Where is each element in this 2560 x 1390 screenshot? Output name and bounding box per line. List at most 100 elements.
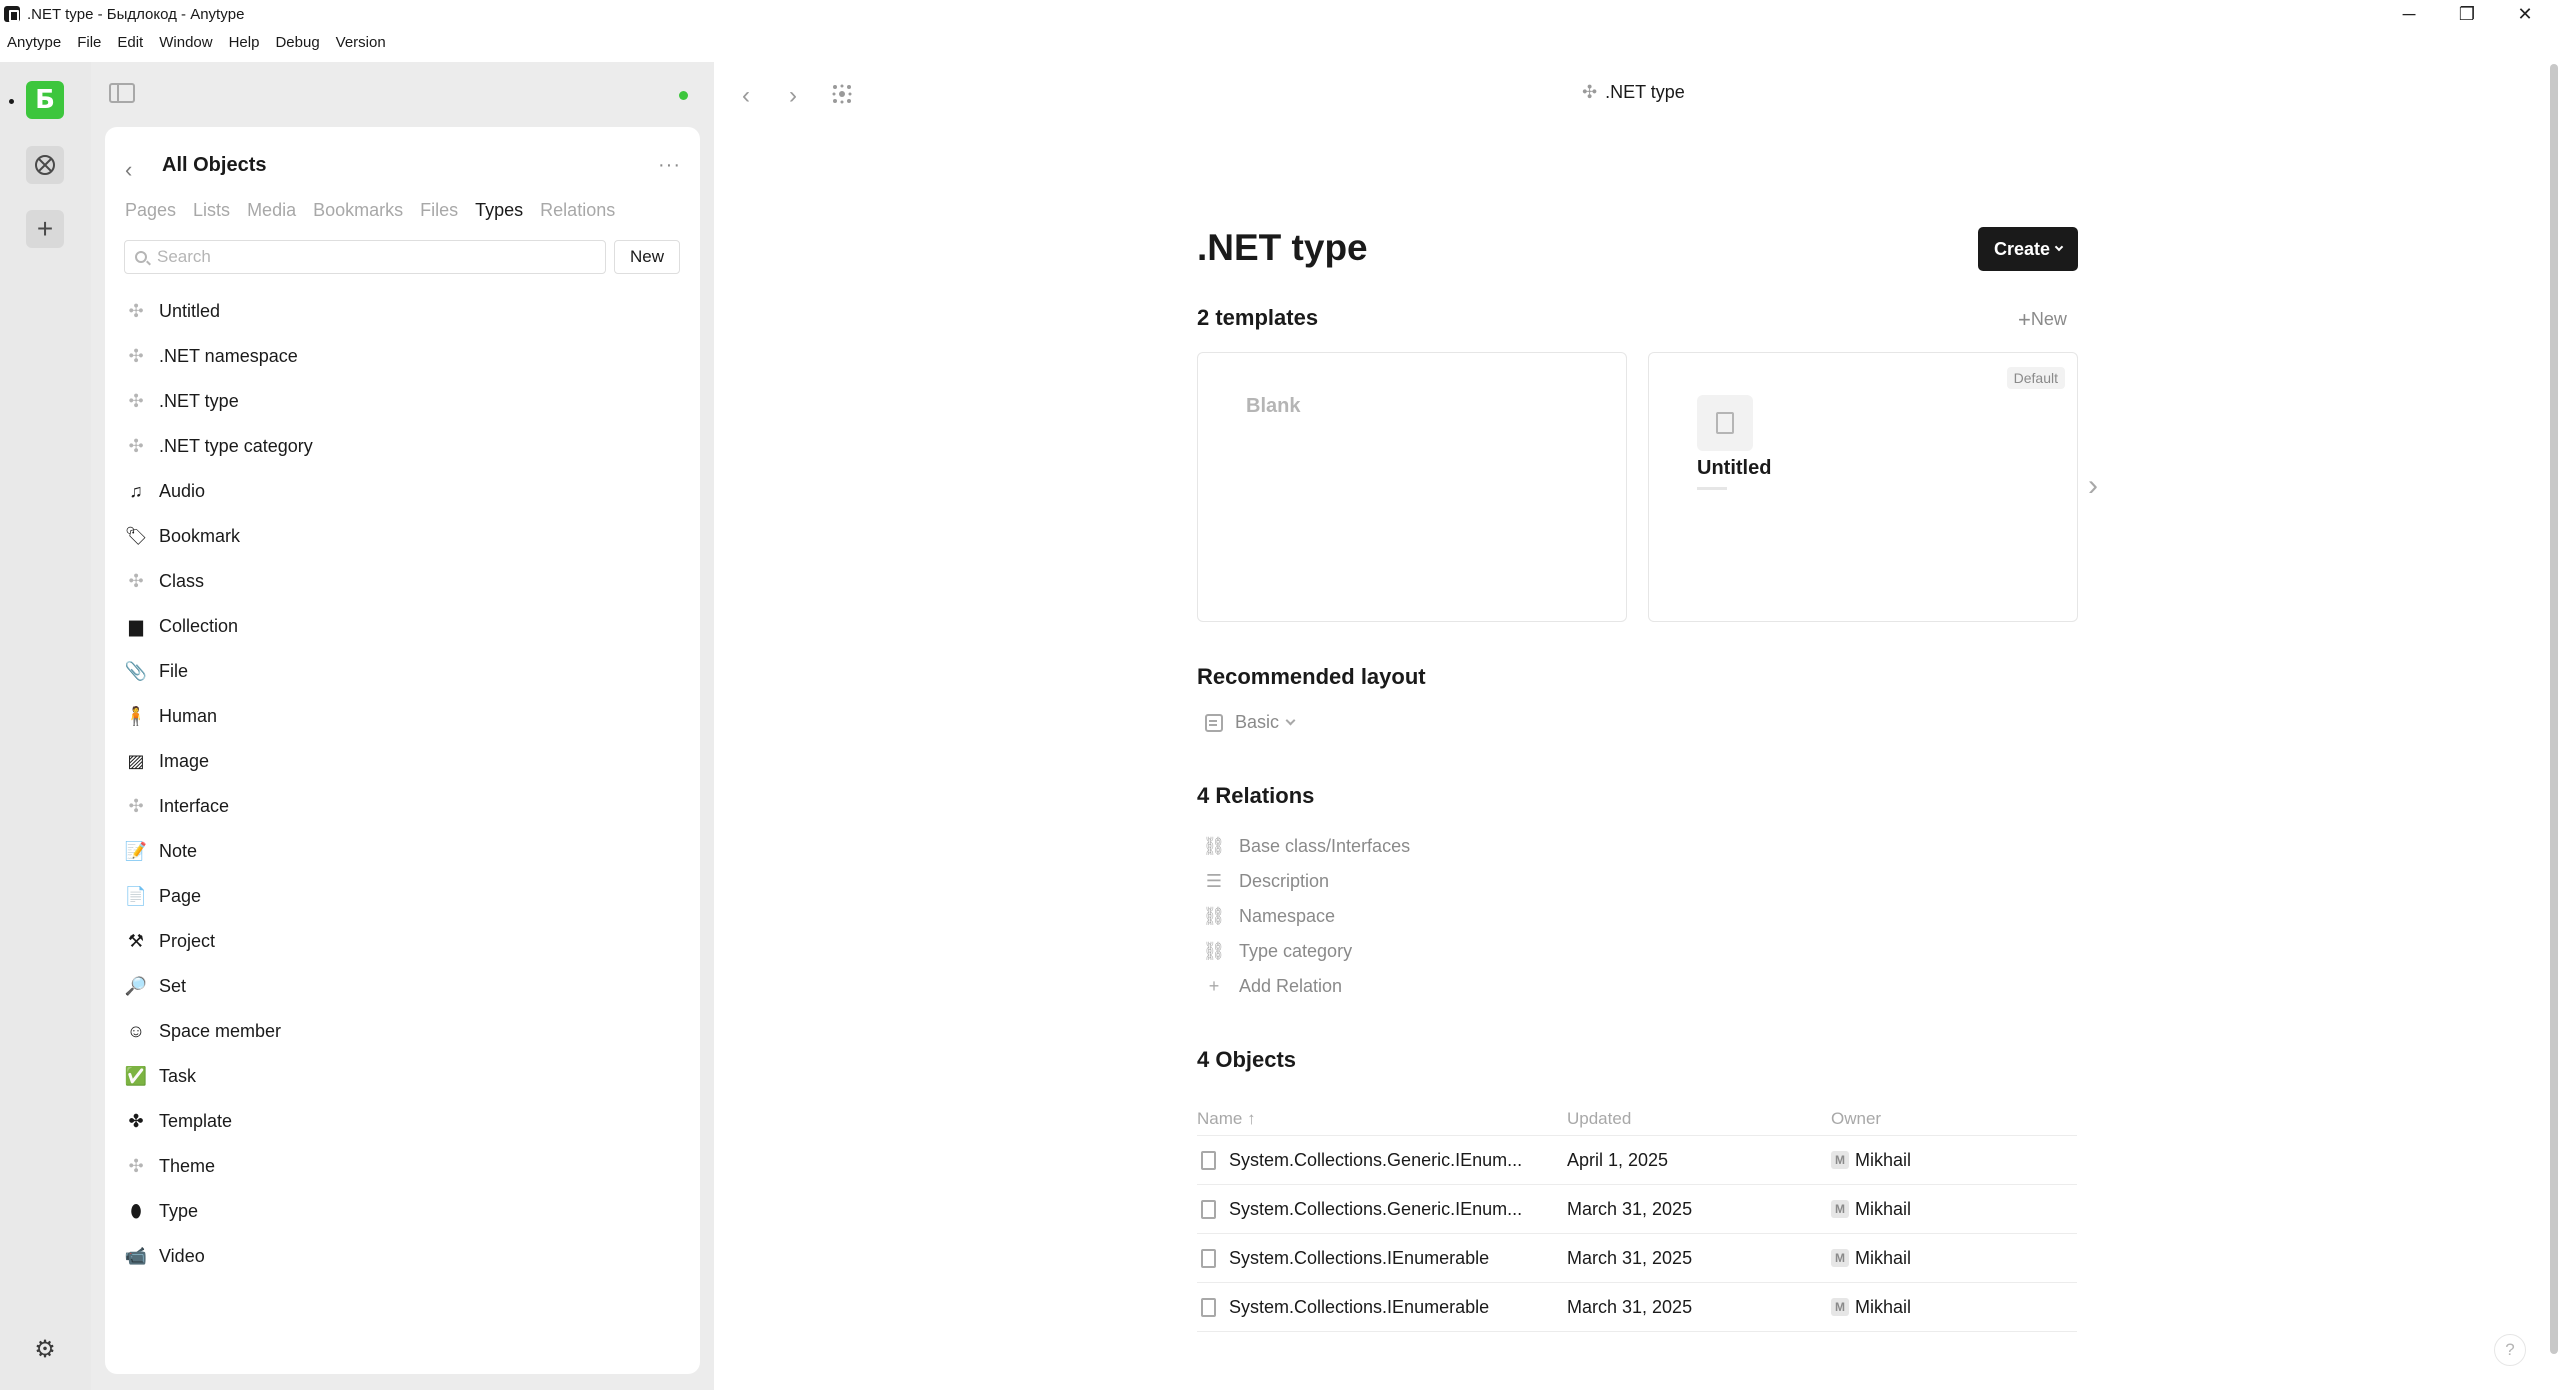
sidebar-type-item[interactable]: ✣ Interface [125,784,313,829]
sidebar-type-label: Space member [159,1021,282,1041]
close-window-button[interactable]: ✕ [2502,2,2548,26]
sidebar-type-item[interactable]: 🔎 Set [125,964,313,1009]
tab-files[interactable]: Files [420,200,458,221]
new-template-button[interactable]: +New [2018,307,2067,333]
add-relation-button[interactable]: + Add Relation [1203,969,1410,1004]
settings-gear-icon[interactable]: ⚙ [33,1338,57,1362]
page-icon: 📄 [124,886,148,906]
sidebar-type-item[interactable]: 🏷 Bookmark [125,514,313,559]
sidebar-type-item[interactable]: ♫ Audio [125,469,313,514]
sidebar-toggle-icon[interactable] [109,83,135,103]
sidebar-type-item[interactable]: ✣ Class [125,559,313,604]
paperclip-icon: 📎 [124,661,148,681]
space-avatar[interactable]: Б [26,81,64,119]
back-chevron-icon[interactable]: ‹ [125,157,132,183]
sidebar-type-item[interactable]: 📝 Note [125,829,313,874]
menu-help[interactable]: Help [221,32,268,56]
forward-arrow-icon[interactable]: › [789,82,797,110]
relation-item[interactable]: ⛓ Base class/Interfaces [1203,829,1411,864]
new-object-button[interactable]: New [614,240,680,274]
tab-types[interactable]: Types [475,200,523,221]
table-row[interactable]: System.Collections.IEnumerable March 31, … [1197,1283,2077,1332]
menu-debug[interactable]: Debug [267,32,327,56]
relation-item[interactable]: ☰ Description [1203,864,1410,899]
sidebar-type-item[interactable]: ☺ Space member [125,1009,313,1054]
gallery-icon[interactable] [26,146,64,184]
object-name-cell[interactable]: System.Collections.Generic.IEnum... [1197,1150,1567,1171]
menu-anytype[interactable]: Anytype [0,32,69,56]
search-field[interactable] [124,240,606,274]
menu-window[interactable]: Window [151,32,220,56]
add-space-button[interactable]: + [26,210,64,248]
carousel-next-arrow-icon[interactable]: › [2088,469,2098,503]
layout-selector[interactable]: Basic [1205,712,1296,733]
checkmark-icon: ✅ [124,1066,148,1086]
sidebar-type-item[interactable]: 🧍 Human [125,694,313,739]
sidebar-type-label: Set [159,976,187,996]
column-updated-header[interactable]: Updated [1567,1109,1831,1129]
back-arrow-icon[interactable]: ‹ [742,82,750,110]
type-puzzle-icon: ✣ [128,301,144,321]
tab-pages[interactable]: Pages [125,200,176,221]
help-button[interactable]: ? [2494,1334,2526,1366]
template-card-blank[interactable]: Blank [1197,352,1627,622]
sidebar-type-item[interactable]: 📎 File [125,649,313,694]
scrollbar-thumb[interactable] [2550,64,2558,1354]
maximize-button[interactable]: ❐ [2444,2,2490,26]
table-body: System.Collections.Generic.IEnum... April… [1197,1136,2077,1332]
object-name-cell[interactable]: System.Collections.IEnumerable [1197,1248,1567,1269]
column-owner-header[interactable]: Owner [1831,1109,2077,1129]
header-breadcrumb[interactable]: ✣ .NET type [1582,82,1685,103]
tab-bookmarks[interactable]: Bookmarks [313,200,403,221]
sidebar-type-item[interactable]: 📄 Page [125,874,313,919]
sidebar-type-item[interactable]: ✅ Task [125,1054,313,1099]
main-scrollbar[interactable] [2548,62,2560,1390]
object-owner-cell[interactable]: M Mikhail [1831,1199,2077,1220]
tab-relations[interactable]: Relations [540,200,615,221]
object-name-cell[interactable]: System.Collections.Generic.IEnum... [1197,1199,1567,1220]
sidebar-type-item[interactable]: ✣ Untitled [125,289,313,334]
search-input[interactable] [157,247,597,267]
object-owner-cell[interactable]: M Mikhail [1831,1297,2077,1318]
sidebar-type-item[interactable]: ✣ .NET type category [125,424,312,469]
sidebar-type-item[interactable]: ▆ Collection [125,604,313,649]
template-card-untitled[interactable]: Default Untitled [1648,352,2078,622]
tab-media[interactable]: Media [247,200,296,221]
relation-item[interactable]: ⛓ Type category [1203,934,1410,969]
table-row[interactable]: System.Collections.Generic.IEnum... March… [1197,1185,2077,1234]
table-row[interactable]: System.Collections.IEnumerable March 31, … [1197,1234,2077,1283]
sidebar-type-item[interactable]: ⚒ Project [125,919,313,964]
sidebar-type-item[interactable]: ⬮ Type [125,1189,313,1234]
tab-lists[interactable]: Lists [193,200,230,221]
menu-file[interactable]: File [69,32,109,56]
object-name-cell[interactable]: System.Collections.IEnumerable [1197,1297,1567,1318]
object-owner-cell[interactable]: M Mikhail [1831,1248,2077,1269]
new-template-label: New [2030,309,2067,329]
picture-icon: ▨ [127,751,145,771]
sidebar-type-item[interactable]: ✣ .NET namespace [125,334,313,379]
create-button[interactable]: Create [1978,227,2078,271]
table-row[interactable]: System.Collections.Generic.IEnum... April… [1197,1136,2077,1185]
menu-edit[interactable]: Edit [109,32,151,56]
document-icon [1201,1199,1216,1219]
object-name: System.Collections.IEnumerable [1229,1247,1490,1268]
menu-version[interactable]: Version [328,32,394,56]
sidebar-type-item[interactable]: ✣ .NET type [125,379,313,424]
graph-icon[interactable] [832,84,852,104]
column-name-header[interactable]: Name ↑ [1197,1109,1567,1129]
object-owner-cell[interactable]: M Mikhail [1831,1150,2077,1171]
sidebar-type-label: Task [159,1066,197,1086]
text-lines-icon: ☰ [1205,871,1223,891]
relation-item[interactable]: ⛓ Namespace [1203,899,1410,934]
type-puzzle-icon: ✣ [128,391,144,411]
link-object-icon: ⛓ [1202,941,1226,961]
more-options-icon[interactable]: ··· [658,154,681,177]
minimize-button[interactable]: ─ [2386,2,2432,26]
type-puzzle-icon: ✣ [128,346,144,366]
sidebar-type-item[interactable]: 📹 Video [125,1234,313,1279]
page-title[interactable]: .NET type [1197,227,1368,269]
sidebar-type-item[interactable]: ▨ Image [125,739,313,784]
sidebar-type-item[interactable]: ✣ Theme [125,1144,313,1189]
layout-section-title: Recommended layout [1197,664,1426,689]
sidebar-type-item[interactable]: ✤ Template [125,1099,313,1144]
